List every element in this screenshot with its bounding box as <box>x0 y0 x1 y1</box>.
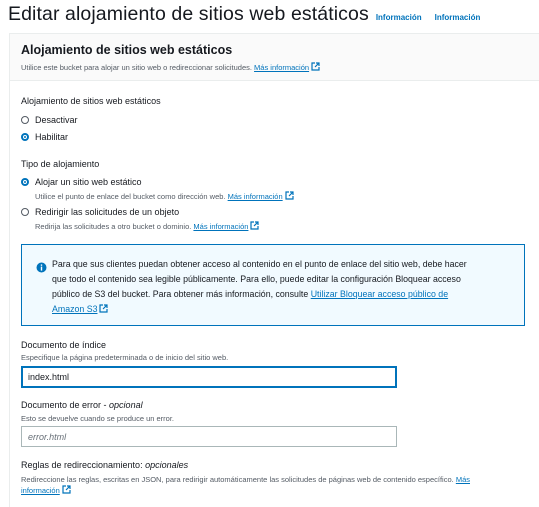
redirect-rules-optional: opcionales <box>145 460 189 470</box>
redirect-more-info-label: Más información <box>193 222 249 231</box>
host-static-description: Utilice el punto de enlace del bucket co… <box>35 191 294 201</box>
info-link[interactable]: Información <box>376 13 422 22</box>
redirect-rules-more-info-link-part2[interactable]: información <box>21 485 71 495</box>
alert-line-4: Amazon S3 <box>52 302 508 317</box>
alert-line-2: que todo el contenido sea legible públic… <box>52 274 461 284</box>
block-public-access-link-label: Amazon S3 <box>52 304 98 314</box>
page-header: Editar alojamiento de sitios web estátic… <box>8 3 480 29</box>
radio-enable[interactable]: Habilitar <box>21 132 68 142</box>
hosting-type-label: Tipo de alojamiento <box>21 159 100 169</box>
redirect-rules-label-text: Reglas de redireccionamiento: <box>21 460 143 470</box>
external-link-icon <box>62 485 71 494</box>
panel-more-info-label: Más información <box>254 63 310 72</box>
error-document-label-text: Documento de error <box>21 400 102 410</box>
error-document-description: Esto se devuelve cuando se produce un er… <box>21 414 175 423</box>
panel-title: Alojamiento de sitios web estáticos <box>21 43 233 57</box>
index-document-input[interactable] <box>21 366 397 388</box>
radio-host-static-label: Alojar un sitio web estático <box>35 177 142 187</box>
info-link-secondary[interactable]: Información <box>435 13 481 22</box>
alert-line-1: Para que sus clientes puedan obtener acc… <box>52 259 467 269</box>
host-static-description-text: Utilice el punto de enlace del bucket co… <box>35 192 226 201</box>
external-link-icon <box>250 221 260 230</box>
redirect-more-info-link[interactable]: Más información <box>193 221 260 231</box>
external-link-icon <box>311 62 320 71</box>
host-static-more-info-link[interactable]: Más información <box>227 191 294 201</box>
public-access-alert: Para que sus clientes puedan obtener acc… <box>21 244 525 326</box>
block-public-access-link-part2[interactable]: Amazon S3 <box>52 304 109 314</box>
radio-redirect-circle[interactable] <box>21 208 29 216</box>
radio-redirect[interactable]: Redirigir las solicitudes de un objeto <box>21 207 179 217</box>
redirect-rules-label: Reglas de redireccionamiento: opcionales <box>21 460 188 470</box>
radio-disable-label: Desactivar <box>35 115 78 125</box>
external-link-icon <box>99 304 109 313</box>
panel-description: Utilice este bucket para alojar un sitio… <box>21 62 320 72</box>
block-public-access-link-part1[interactable]: Utilizar Bloquear acceso público de <box>311 289 448 299</box>
redirect-rules-description-text: Redireccione las reglas, escritas en JSO… <box>21 475 454 484</box>
radio-host-static-circle[interactable] <box>21 178 29 186</box>
redirect-description: Redirija las solicitudes a otro bucket o… <box>35 221 260 231</box>
alert-text: Para que sus clientes puedan obtener acc… <box>52 257 508 317</box>
error-document-input[interactable] <box>21 426 397 447</box>
radio-enable-label: Habilitar <box>35 132 69 142</box>
redirect-rules-description: Redireccione las reglas, escritas en JSO… <box>21 474 470 496</box>
page-title: Editar alojamiento de sitios web estátic… <box>8 3 369 25</box>
radio-enable-circle[interactable] <box>21 133 29 141</box>
external-link-icon <box>285 191 294 200</box>
index-document-description: Especifique la página predeterminada o d… <box>21 353 229 362</box>
redirect-rules-more-info-link-part1[interactable]: Más <box>456 475 470 484</box>
alert-line-3: público de S3 del bucket. Para obtener m… <box>52 287 508 302</box>
panel-more-info-link[interactable]: Más información <box>254 62 320 72</box>
host-static-more-info-label: Más información <box>227 192 283 201</box>
alert-line-3-text: público de S3 del bucket. Para obtener m… <box>52 289 311 299</box>
info-icon <box>36 262 47 273</box>
redirect-rules-more-info-label: información <box>21 486 60 495</box>
radio-host-static[interactable]: Alojar un sitio web estático <box>21 177 142 187</box>
error-document-label: Documento de error - opcional <box>21 400 143 410</box>
radio-disable[interactable]: Desactivar <box>21 115 78 125</box>
radio-disable-circle[interactable] <box>21 116 29 124</box>
hosting-label: Alojamiento de sitios web estáticos <box>21 96 161 106</box>
error-document-optional: opcional <box>109 400 143 410</box>
radio-redirect-label: Redirigir las solicitudes de un objeto <box>35 207 180 217</box>
redirect-description-text: Redirija las solicitudes a otro bucket o… <box>35 222 192 231</box>
panel-header: Alojamiento de sitios web estáticos Util… <box>10 34 539 81</box>
panel-description-text: Utilice este bucket para alojar un sitio… <box>21 63 252 72</box>
index-document-label: Documento de índice <box>21 340 107 350</box>
